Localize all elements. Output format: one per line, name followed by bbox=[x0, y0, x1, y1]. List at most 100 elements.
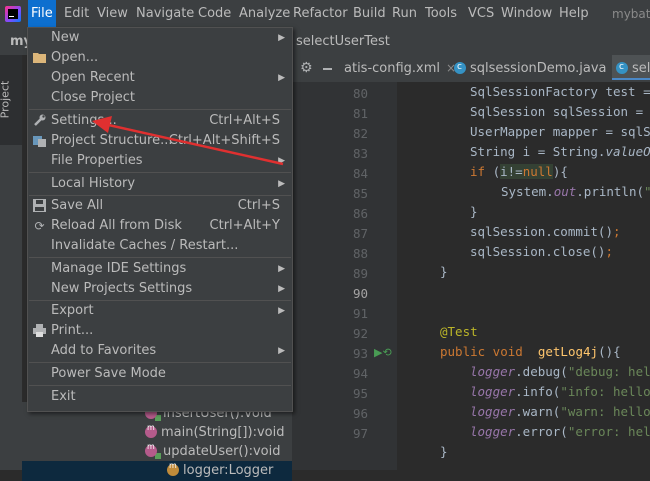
reload-icon: ⟳ bbox=[34, 219, 45, 233]
menu-item-local-history[interactable]: Local History ▶ bbox=[28, 174, 292, 194]
submenu-arrow-icon: ▶ bbox=[278, 264, 285, 274]
tab-mybatis-config[interactable]: atis-config.xml × bbox=[344, 55, 456, 82]
editor-tabs: ⚙ atis-config.xml× sqlsessionDemo.java× … bbox=[292, 54, 650, 83]
tree-item[interactable]: updateUser():void bbox=[145, 437, 280, 462]
line-number: 89 bbox=[352, 266, 368, 281]
breadcrumb[interactable]: selectUserTest bbox=[296, 34, 390, 49]
menu-item-print[interactable]: Print... bbox=[28, 321, 292, 341]
tab-label: sel bbox=[632, 61, 650, 76]
field-icon bbox=[167, 456, 179, 476]
menu-item-label: Settings... bbox=[51, 113, 117, 128]
menu-item-open[interactable]: Open... bbox=[28, 48, 292, 68]
wrench-icon bbox=[33, 114, 46, 128]
menu-separator bbox=[29, 257, 291, 258]
menu-code[interactable]: Code bbox=[195, 0, 234, 28]
line-number: 94 bbox=[352, 366, 368, 381]
code-line: System.out.println(" bbox=[501, 184, 650, 199]
code-line: } bbox=[440, 444, 448, 459]
menu-item-exit[interactable]: Exit bbox=[28, 387, 292, 407]
menu-item-manage-ide-settings[interactable]: Manage IDE Settings ▶ bbox=[28, 259, 292, 279]
menu-build[interactable]: Build bbox=[350, 0, 389, 28]
menu-item-file-properties[interactable]: File Properties ▶ bbox=[28, 151, 292, 171]
intellij-logo-icon bbox=[5, 6, 21, 22]
tab-label: sqlsessionDemo.java bbox=[470, 61, 607, 76]
code-line: public void getLog4j(){ bbox=[440, 344, 621, 359]
menu-item-label: Open... bbox=[51, 50, 99, 65]
gear-icon[interactable]: ⚙ bbox=[300, 60, 313, 76]
menu-vcs[interactable]: VCS bbox=[465, 0, 497, 28]
menu-item-project-structure[interactable]: Project Structure... Ctrl+Alt+Shift+S bbox=[28, 131, 292, 151]
code-line: SqlSessionFactory test = bbox=[470, 84, 650, 99]
menu-window[interactable]: Window bbox=[498, 0, 555, 28]
line-number: 95 bbox=[352, 386, 368, 401]
menu-edit[interactable]: Edit bbox=[61, 0, 92, 28]
tab-selected[interactable]: sel bbox=[612, 54, 650, 81]
menu-run[interactable]: Run bbox=[389, 0, 420, 28]
menu-item-reload-all[interactable]: ⟳ Reload All from Disk Ctrl+Alt+Y bbox=[28, 216, 292, 236]
tree-item[interactable]: main(String[]):void bbox=[145, 418, 284, 443]
code-line: } bbox=[440, 264, 448, 279]
line-number: 84 bbox=[352, 166, 368, 181]
menu-refactor[interactable]: Refactor bbox=[290, 0, 351, 28]
line-number: 80 bbox=[352, 86, 368, 101]
code-line: UserMapper mapper = sqlS bbox=[470, 124, 650, 139]
line-number: 96 bbox=[352, 406, 368, 421]
submenu-arrow-icon: ▶ bbox=[278, 346, 285, 356]
menu-item-label: Invalidate Caches / Restart... bbox=[51, 238, 239, 253]
print-icon bbox=[33, 324, 46, 338]
menu-item-add-to-favorites[interactable]: Add to Favorites ▶ bbox=[28, 341, 292, 361]
menu-help[interactable]: Help bbox=[556, 0, 592, 28]
menu-separator bbox=[29, 385, 291, 386]
tree-item[interactable]: logger:Logger bbox=[22, 456, 292, 481]
line-number: 86 bbox=[352, 206, 368, 221]
code-line: logger.error("error: hel bbox=[470, 424, 650, 439]
line-number: 88 bbox=[352, 246, 368, 261]
menu-item-label: File Properties bbox=[51, 153, 143, 168]
run-test-icon[interactable]: ▶⟲ bbox=[374, 346, 392, 359]
line-number: 92 bbox=[352, 326, 368, 341]
menu-bar: File Edit View Navigate Code Analyze Ref… bbox=[0, 0, 650, 28]
menu-item-power-save-mode[interactable]: Power Save Mode bbox=[28, 364, 292, 384]
menu-item-shortcut: Ctrl+S bbox=[237, 198, 280, 213]
menu-analyze[interactable]: Analyze bbox=[236, 0, 293, 28]
menu-item-export[interactable]: Export ▶ bbox=[28, 301, 292, 321]
submenu-arrow-icon: ▶ bbox=[278, 73, 285, 83]
code-line: logger.warn("warn: hello bbox=[470, 404, 650, 419]
menu-item-label: New Projects Settings bbox=[51, 281, 193, 296]
tree-item-label: logger:Logger bbox=[183, 463, 274, 478]
line-number: 83 bbox=[352, 146, 368, 161]
line-number: 85 bbox=[352, 186, 368, 201]
menu-item-label: Close Project bbox=[51, 90, 136, 105]
tab-sqlsessiondemo[interactable]: sqlsessionDemo.java× bbox=[454, 54, 623, 82]
code-line: logger.info("info: hello bbox=[470, 384, 650, 399]
menu-item-close-project[interactable]: Close Project bbox=[28, 88, 292, 108]
menu-tools[interactable]: Tools bbox=[422, 0, 460, 28]
submenu-arrow-icon: ▶ bbox=[278, 179, 285, 189]
code-editor[interactable]: SqlSessionFactory test = SqlSession sqlS… bbox=[397, 82, 650, 470]
submenu-arrow-icon: ▶ bbox=[278, 33, 285, 43]
project-tool-tab[interactable]: Project bbox=[0, 55, 22, 145]
menu-separator bbox=[29, 109, 291, 110]
java-class-icon bbox=[454, 54, 466, 81]
menu-item-settings[interactable]: Settings... Ctrl+Alt+S bbox=[28, 111, 292, 131]
menu-navigate[interactable]: Navigate bbox=[133, 0, 197, 28]
menu-item-invalidate-caches[interactable]: Invalidate Caches / Restart... bbox=[28, 236, 292, 256]
menu-item-label: Print... bbox=[51, 323, 94, 338]
project-structure-icon bbox=[33, 134, 46, 148]
menu-item-label: Save All bbox=[51, 198, 104, 213]
menu-item-label: Export bbox=[51, 303, 94, 318]
menu-item-open-recent[interactable]: Open Recent ▶ bbox=[28, 68, 292, 88]
menu-file[interactable]: File bbox=[28, 0, 56, 28]
menu-item-save-all[interactable]: Save All Ctrl+S bbox=[28, 196, 292, 216]
code-line: SqlSession sqlSession = bbox=[470, 104, 644, 119]
menu-item-label: Add to Favorites bbox=[51, 343, 157, 358]
menu-item-label: Reload All from Disk bbox=[51, 218, 182, 233]
menu-item-new-projects-settings[interactable]: New Projects Settings ▶ bbox=[28, 279, 292, 299]
menu-view[interactable]: View bbox=[94, 0, 131, 28]
folder-icon bbox=[33, 51, 46, 65]
tab-label: atis-config.xml bbox=[344, 61, 441, 76]
line-number: 81 bbox=[352, 106, 368, 121]
minimize-icon[interactable] bbox=[323, 68, 332, 70]
menu-item-new[interactable]: New ▶ bbox=[28, 28, 292, 48]
line-number: 97 bbox=[352, 426, 368, 441]
